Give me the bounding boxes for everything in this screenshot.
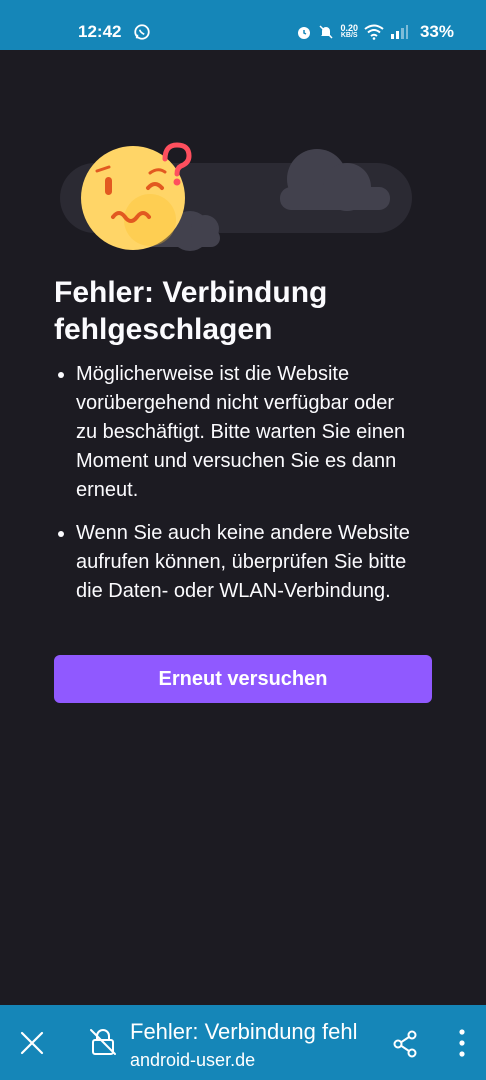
error-page: Fehler: Verbindung fehlgeschlagen Möglic…	[0, 50, 486, 1005]
share-icon[interactable]	[392, 1030, 418, 1058]
close-icon[interactable]	[20, 1031, 44, 1055]
error-hints-list: Möglicherweise ist die Website vorüberge…	[54, 360, 414, 620]
error-title: Fehler: Verbindung fehlgeschlagen	[54, 276, 328, 346]
mute-icon	[319, 25, 333, 39]
whatsapp-icon	[134, 24, 150, 40]
alarm-icon	[298, 27, 311, 39]
toolbar-page-title[interactable]: Fehler: Verbindung fehlgeschlagen	[130, 1019, 358, 1045]
confused-face-illustration	[60, 142, 412, 251]
network-speed: 0.20 KB/S	[340, 23, 358, 40]
menu-icon[interactable]	[452, 1027, 472, 1059]
error-hint-2: Wenn Sie auch keine andere Website aufru…	[54, 519, 414, 606]
signal-icon	[390, 25, 408, 39]
battery-level: 33%	[419, 22, 454, 41]
insecure-lock-icon[interactable]	[88, 1027, 118, 1057]
custom-tab-toolbar: Fehler: Verbindung fehlgeschlagen androi…	[0, 1005, 486, 1080]
wifi-icon	[364, 24, 384, 40]
retry-button[interactable]: Erneut versuchen	[54, 655, 432, 703]
toolbar-url[interactable]: android-user.de	[130, 1049, 255, 1071]
status-bar: 12:42 0.20 KB/S 33%	[0, 0, 486, 50]
error-hint-1: Möglicherweise ist die Website vorüberge…	[54, 360, 414, 505]
status-time: 12:42	[78, 22, 122, 41]
status-icons: 0.20 KB/S 33%	[296, 22, 454, 42]
